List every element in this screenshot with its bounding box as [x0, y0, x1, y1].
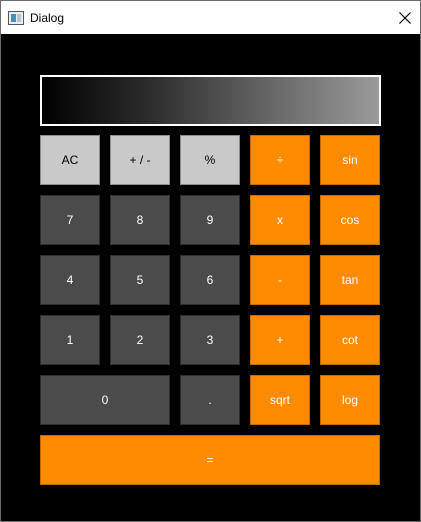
tan-button[interactable]: tan — [320, 255, 380, 305]
digit-7-button[interactable]: 7 — [40, 195, 100, 245]
digit-6-button[interactable]: 6 — [180, 255, 240, 305]
digit-5-button[interactable]: 5 — [110, 255, 170, 305]
percent-button[interactable]: % — [180, 135, 240, 185]
cot-button[interactable]: cot — [320, 315, 380, 365]
calculator-display — [40, 75, 381, 126]
digit-0-button[interactable]: 0 — [40, 375, 170, 425]
digit-1-button[interactable]: 1 — [40, 315, 100, 365]
plus-button[interactable]: + — [250, 315, 310, 365]
sqrt-button[interactable]: sqrt — [250, 375, 310, 425]
plus-minus-button[interactable]: + / - — [110, 135, 170, 185]
app-icon — [8, 11, 24, 25]
close-button[interactable] — [390, 1, 420, 34]
calculator-body: AC + / - % ÷ sin 7 8 9 x cos 4 5 6 - tan… — [1, 34, 420, 521]
sin-button[interactable]: sin — [320, 135, 380, 185]
minus-button[interactable]: - — [250, 255, 310, 305]
title-bar[interactable]: Dialog — [1, 1, 420, 34]
multiply-button[interactable]: x — [250, 195, 310, 245]
close-icon — [399, 11, 411, 24]
digit-2-button[interactable]: 2 — [110, 315, 170, 365]
window-title: Dialog — [30, 11, 65, 25]
digit-4-button[interactable]: 4 — [40, 255, 100, 305]
digit-9-button[interactable]: 9 — [180, 195, 240, 245]
ac-button[interactable]: AC — [40, 135, 100, 185]
divide-button[interactable]: ÷ — [250, 135, 310, 185]
equals-button[interactable]: = — [40, 435, 380, 485]
cos-button[interactable]: cos — [320, 195, 380, 245]
digit-3-button[interactable]: 3 — [180, 315, 240, 365]
dialog-window: Dialog AC + / - % ÷ sin 7 8 9 x cos 4 5 … — [0, 0, 421, 522]
decimal-point-button[interactable]: . — [180, 375, 240, 425]
digit-8-button[interactable]: 8 — [110, 195, 170, 245]
log-button[interactable]: log — [320, 375, 380, 425]
